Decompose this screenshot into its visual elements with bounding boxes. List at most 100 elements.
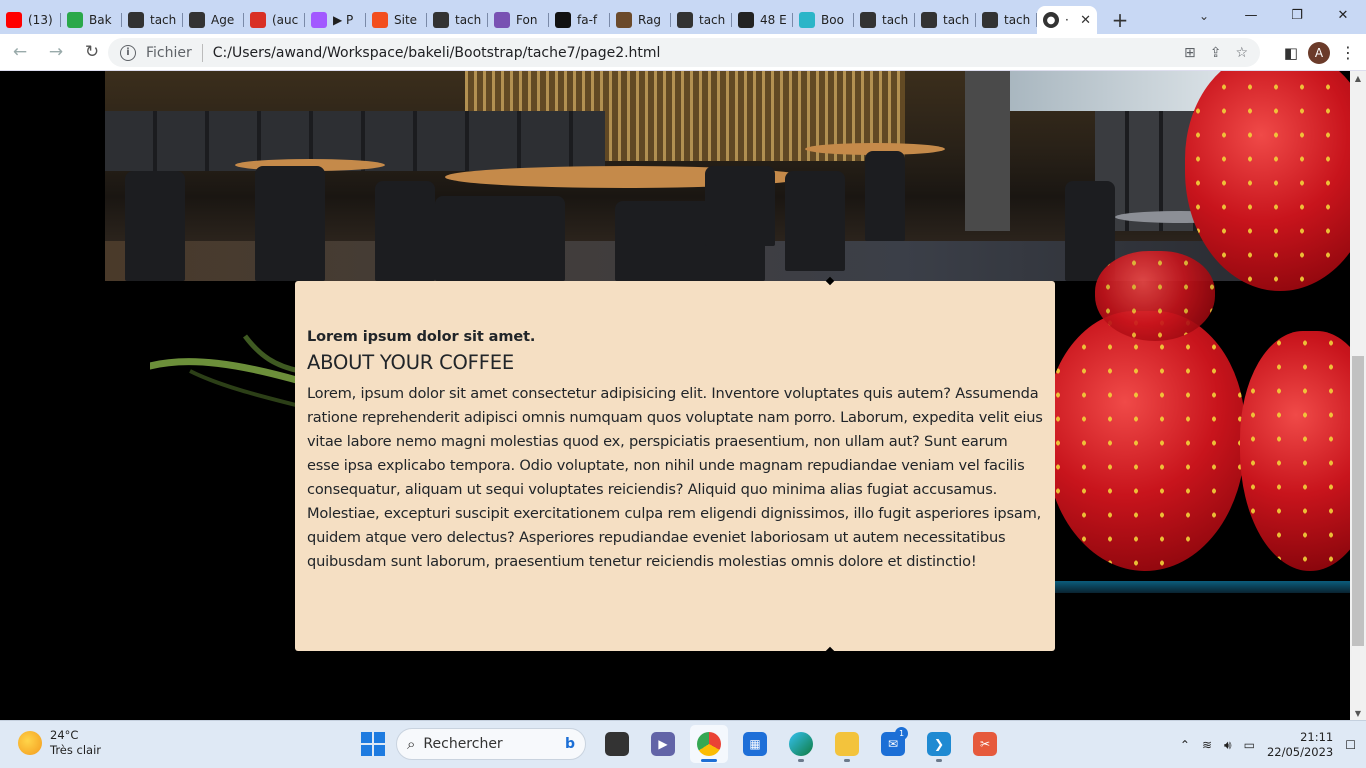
tab[interactable]: tach — [854, 6, 915, 34]
site-info-icon[interactable]: i — [120, 44, 136, 61]
back-button[interactable]: ← — [4, 36, 36, 68]
page-viewport: Lorem ipsum dolor sit amet. ABOUT YOUR C… — [0, 71, 1350, 720]
avatar[interactable]: A — [1308, 41, 1330, 64]
task-view-icon[interactable] — [598, 725, 636, 763]
close-tab-icon[interactable]: ✕ — [1080, 13, 1091, 28]
tab-title: tach — [699, 13, 726, 27]
weather-temp: 24°C — [50, 728, 79, 742]
vscode-icon[interactable]: ❯ — [920, 725, 958, 763]
weather-sun-icon — [18, 731, 42, 755]
scroll-down-arrow-icon[interactable]: ▼ — [1350, 706, 1366, 720]
tab[interactable]: Boo — [793, 6, 854, 34]
tab-title: Fon — [516, 13, 538, 27]
tab-strip: (13) Bak tach Age (auc ▶ P Site tach Fon fa-f Rag t… — [0, 0, 1366, 34]
image-icon — [616, 12, 632, 28]
bing-icon: b — [564, 736, 575, 752]
tab-title: tach — [943, 13, 970, 27]
figma-icon — [372, 12, 388, 28]
search-icon: ⌕ — [407, 735, 416, 753]
tab[interactable]: 48 E — [732, 6, 793, 34]
mail-badge: 1 — [895, 727, 908, 740]
taskbar-search[interactable]: ⌕ Rechercher b — [396, 728, 586, 760]
tab-title: tach — [150, 13, 177, 27]
tab-title: (13) — [28, 13, 53, 27]
tab-title: Boo — [821, 13, 844, 27]
figma-icon — [311, 12, 327, 28]
weather-desc: Très clair — [50, 743, 102, 757]
tab-title: Age — [211, 13, 235, 27]
tab-active[interactable]: ● · ✕ — [1037, 6, 1097, 34]
tab[interactable]: Fon — [488, 6, 549, 34]
snipping-tool-icon[interactable]: ✂ — [966, 725, 1004, 763]
tab[interactable]: tach — [671, 6, 732, 34]
tab-search-chevron-icon[interactable]: ⌄ — [1190, 4, 1218, 28]
tab[interactable]: (13) — [0, 6, 61, 34]
forward-button[interactable]: → — [40, 36, 72, 68]
globe-icon: ● — [1043, 12, 1059, 28]
wifi-icon[interactable]: ≋ — [1202, 738, 1212, 752]
tab-title: 48 E — [760, 13, 787, 27]
tab[interactable]: fa-f — [549, 6, 610, 34]
store-icon[interactable]: ▦ — [736, 725, 774, 763]
divider — [201, 43, 203, 62]
tab-title: · — [1065, 13, 1069, 27]
tab[interactable]: tach — [427, 6, 488, 34]
card-subtitle: Lorem ipsum dolor sit amet. — [307, 329, 536, 345]
tab-title: ▶ P — [333, 13, 354, 27]
scrollbar-thumb[interactable] — [1352, 356, 1364, 646]
mail-icon[interactable]: ✉ 1 — [874, 725, 912, 763]
tab-title: Site — [394, 13, 418, 27]
chevron-up-icon[interactable]: ⌃ — [1180, 738, 1190, 752]
tab[interactable]: Age — [183, 6, 244, 34]
tab[interactable]: tach — [976, 6, 1037, 34]
side-panel-icon[interactable]: ◧ — [1284, 44, 1298, 62]
gmail-icon — [250, 12, 266, 28]
restore-button[interactable]: ❐ — [1274, 0, 1320, 30]
www-icon — [189, 12, 205, 28]
share-icon[interactable]: ⇪ — [1210, 45, 1222, 61]
bookmark-star-icon[interactable]: ☆ — [1235, 45, 1248, 61]
tab-title: tach — [455, 13, 482, 27]
volume-icon[interactable]: 🔊︎ — [1224, 738, 1232, 753]
card-body-text: Lorem, ipsum dolor sit amet consectetur … — [307, 385, 1043, 570]
page-scrollbar[interactable]: ▲ ▼ — [1350, 71, 1366, 720]
url-text[interactable]: C:/Users/awand/Workspace/bakeli/Bootstra… — [213, 45, 661, 61]
tab[interactable]: tach — [122, 6, 183, 34]
notification-icon[interactable]: ☐ — [1345, 738, 1356, 752]
clock[interactable]: 21:11 22/05/2023 — [1267, 730, 1333, 760]
tab[interactable]: tach — [915, 6, 976, 34]
reload-button[interactable]: ↻ — [76, 36, 108, 68]
strawberries-image — [1055, 71, 1350, 601]
address-bar[interactable]: i Fichier C:/Users/awand/Workspace/bakel… — [108, 38, 1260, 67]
teams-chat-icon[interactable]: ▶ — [644, 725, 682, 763]
tab[interactable]: (auc — [244, 6, 305, 34]
close-window-button[interactable]: ✕ — [1320, 0, 1366, 30]
scroll-up-arrow-icon[interactable]: ▲ — [1350, 71, 1366, 85]
tab-title: (auc — [272, 13, 299, 27]
chrome-icon[interactable] — [690, 725, 728, 763]
minimize-button[interactable]: — — [1228, 0, 1274, 30]
battery-icon[interactable]: ▭ — [1244, 738, 1255, 752]
card-heading: ABOUT YOUR COFFEE — [307, 351, 514, 374]
tab-title: Bak — [89, 13, 112, 27]
clock-date: 22/05/2023 — [1266, 745, 1334, 759]
tab[interactable]: Site — [366, 6, 427, 34]
edge-icon[interactable] — [782, 725, 820, 763]
youtube-icon — [6, 12, 22, 28]
translate-icon[interactable]: ⊞ — [1184, 45, 1196, 61]
globe-icon — [128, 12, 144, 28]
file-explorer-icon[interactable] — [828, 725, 866, 763]
f-icon — [738, 12, 754, 28]
clock-time: 21:11 — [1300, 730, 1334, 744]
new-tab-button[interactable]: + — [1105, 6, 1135, 34]
globe-icon — [860, 12, 876, 28]
tab[interactable]: Bak — [61, 6, 122, 34]
tab[interactable]: Rag — [610, 6, 671, 34]
tab[interactable]: ▶ P — [305, 6, 366, 34]
start-windows-icon[interactable] — [358, 729, 388, 759]
weather-widget[interactable]: 24°C Très clair — [18, 728, 101, 758]
menu-kebab-icon[interactable]: ⋮ — [1340, 43, 1356, 62]
tab-list: (13) Bak tach Age (auc ▶ P Site tach Fon fa-f Rag t… — [0, 0, 1037, 34]
globe-icon — [921, 12, 937, 28]
search-placeholder: Rechercher — [423, 736, 503, 752]
